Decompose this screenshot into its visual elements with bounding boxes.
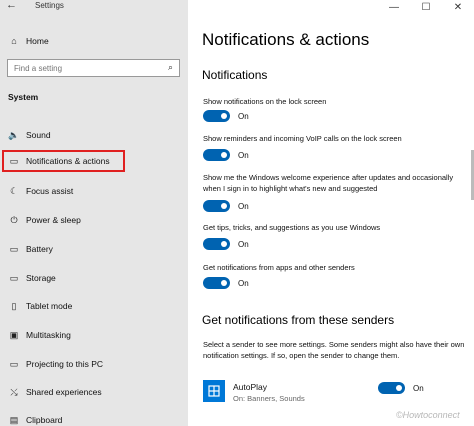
sidebar-item-shared-experiences[interactable]: ⤯ Shared experiences (0, 383, 188, 401)
sidebar-item-battery[interactable]: ▭ Battery (0, 240, 188, 258)
voip-toggle-row[interactable]: On (203, 149, 249, 161)
sender-status: On: Banners, Sounds (233, 394, 305, 403)
minimize-icon[interactable]: — (378, 0, 410, 14)
setting-label: Show notifications on the lock screen (203, 97, 327, 106)
sidebar-item-home[interactable]: ⌂ Home (0, 32, 188, 50)
lock-screen-toggle-row[interactable]: On (203, 110, 249, 122)
maximize-icon[interactable]: ☐ (410, 0, 442, 14)
toggle-switch[interactable] (203, 110, 230, 122)
senders-description: Select a sender to see more settings. So… (203, 340, 465, 360)
setting-label: Show me the Windows welcome experience a… (203, 173, 454, 193)
sidebar: ⌂ Home ⌕ System 🔈 Sound ▭ Notifications … (0, 0, 188, 426)
sidebar-item-label: Power & sleep (26, 215, 81, 225)
tablet-icon: ▯ (11, 300, 17, 311)
autoplay-icon (203, 380, 225, 402)
sidebar-item-label: Clipboard (26, 415, 63, 425)
sender-toggle-row[interactable]: On (378, 382, 424, 394)
section-label: System (8, 92, 39, 102)
sidebar-item-label: Storage (26, 273, 56, 283)
sidebar-item-label: Battery (26, 244, 53, 254)
window-title: Settings (35, 1, 64, 10)
search-box[interactable]: ⌕ (7, 59, 180, 77)
sender-row-autoplay[interactable]: AutoPlay On: Banners, Sounds On (203, 380, 465, 410)
sidebar-item-label: Multitasking (26, 330, 71, 340)
main-pane: Notifications & actions Notifications Sh… (188, 0, 474, 426)
apps-toggle-row[interactable]: On (203, 277, 249, 289)
toggle-state: On (238, 201, 249, 211)
page-title: Notifications & actions (202, 30, 370, 49)
back-arrow-icon[interactable]: ← (6, 0, 17, 11)
window-controls: — ☐ ✕ (378, 0, 474, 14)
sidebar-item-label: Tablet mode (26, 301, 73, 311)
toggle-switch[interactable] (203, 238, 230, 250)
sidebar-item-label: Sound (26, 130, 51, 140)
welcome-toggle-row[interactable]: On (203, 200, 249, 212)
toggle-switch[interactable] (203, 277, 230, 289)
multitasking-icon: ▣ (9, 329, 19, 340)
sidebar-item-clipboard[interactable]: ▤ Clipboard (0, 411, 188, 426)
shared-icon: ⤯ (10, 386, 18, 397)
sender-name: AutoPlay (233, 382, 268, 392)
moon-icon: ☾ (9, 185, 19, 196)
projector-icon: ▭ (9, 358, 19, 369)
sidebar-item-label: Shared experiences (26, 387, 102, 397)
title-bar: ← Settings — ☐ ✕ (0, 0, 474, 14)
notifications-heading: Notifications (202, 68, 268, 82)
clipboard-icon: ▤ (9, 414, 19, 425)
toggle-switch[interactable] (378, 382, 405, 394)
toggle-switch[interactable] (203, 149, 230, 161)
close-icon[interactable]: ✕ (442, 0, 474, 14)
sidebar-item-tablet-mode[interactable]: ▯ Tablet mode (0, 297, 188, 315)
power-icon: ⏻ (10, 214, 18, 225)
sidebar-item-label: Projecting to this PC (26, 359, 104, 369)
toggle-state: On (238, 239, 249, 249)
setting-label: Show reminders and incoming VoIP calls o… (203, 134, 402, 143)
setting-label: Get notifications from apps and other se… (203, 263, 355, 272)
search-icon[interactable]: ⌕ (168, 62, 173, 73)
toggle-switch[interactable] (203, 200, 230, 212)
search-input[interactable] (14, 61, 164, 75)
battery-icon: ▭ (9, 243, 19, 254)
toggle-state: On (413, 383, 424, 393)
toggle-state: On (238, 278, 249, 288)
home-icon: ⌂ (11, 36, 17, 46)
sidebar-item-multitasking[interactable]: ▣ Multitasking (0, 326, 188, 344)
toggle-state: On (238, 111, 249, 121)
watermark: ©Howtoconnect (396, 410, 460, 420)
tips-toggle-row[interactable]: On (203, 238, 249, 250)
setting-label: Get tips, tricks, and suggestions as you… (203, 223, 381, 232)
sidebar-item-label: Home (26, 36, 49, 46)
speaker-icon: 🔈 (8, 129, 20, 140)
sidebar-item-focus-assist[interactable]: ☾ Focus assist (0, 182, 188, 200)
sidebar-item-label: Focus assist (26, 186, 74, 196)
toggle-state: On (238, 150, 249, 160)
selection-highlight (2, 150, 125, 172)
sidebar-item-sound[interactable]: 🔈 Sound (0, 126, 188, 144)
storage-icon: ▭ (9, 272, 19, 283)
sidebar-item-projecting[interactable]: ▭ Projecting to this PC (0, 355, 188, 373)
sidebar-item-power-sleep[interactable]: ⏻ Power & sleep (0, 211, 188, 229)
senders-heading: Get notifications from these senders (202, 313, 395, 327)
sidebar-item-storage[interactable]: ▭ Storage (0, 269, 188, 287)
